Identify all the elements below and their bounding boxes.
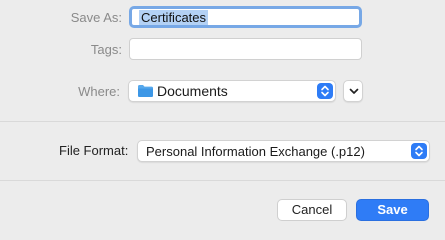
- where-selected: Documents: [157, 83, 228, 99]
- folder-icon: [137, 84, 154, 98]
- file-format-stepper-icon: [411, 143, 427, 159]
- divider-top: [0, 121, 445, 122]
- save-button[interactable]: Save: [356, 199, 429, 221]
- file-format-selected: Personal Information Exchange (.p12): [146, 144, 365, 159]
- tags-label: Tags:: [90, 42, 122, 57]
- where-label: Where:: [78, 84, 120, 99]
- file-format-label: File Format:: [59, 143, 129, 158]
- file-format-popup[interactable]: Personal Information Exchange (.p12): [137, 140, 430, 162]
- tags-field[interactable]: [129, 38, 362, 60]
- where-stepper-icon: [317, 83, 333, 99]
- save-as-value: Certificates: [139, 10, 209, 25]
- divider-bottom: [0, 180, 445, 181]
- where-popup[interactable]: Documents: [128, 80, 336, 102]
- cancel-button[interactable]: Cancel: [277, 199, 347, 221]
- expand-button[interactable]: [343, 80, 363, 102]
- chevron-down-icon: [347, 84, 361, 98]
- save-as-label: Save As:: [70, 10, 122, 25]
- save-as-field[interactable]: Certificates: [129, 6, 362, 28]
